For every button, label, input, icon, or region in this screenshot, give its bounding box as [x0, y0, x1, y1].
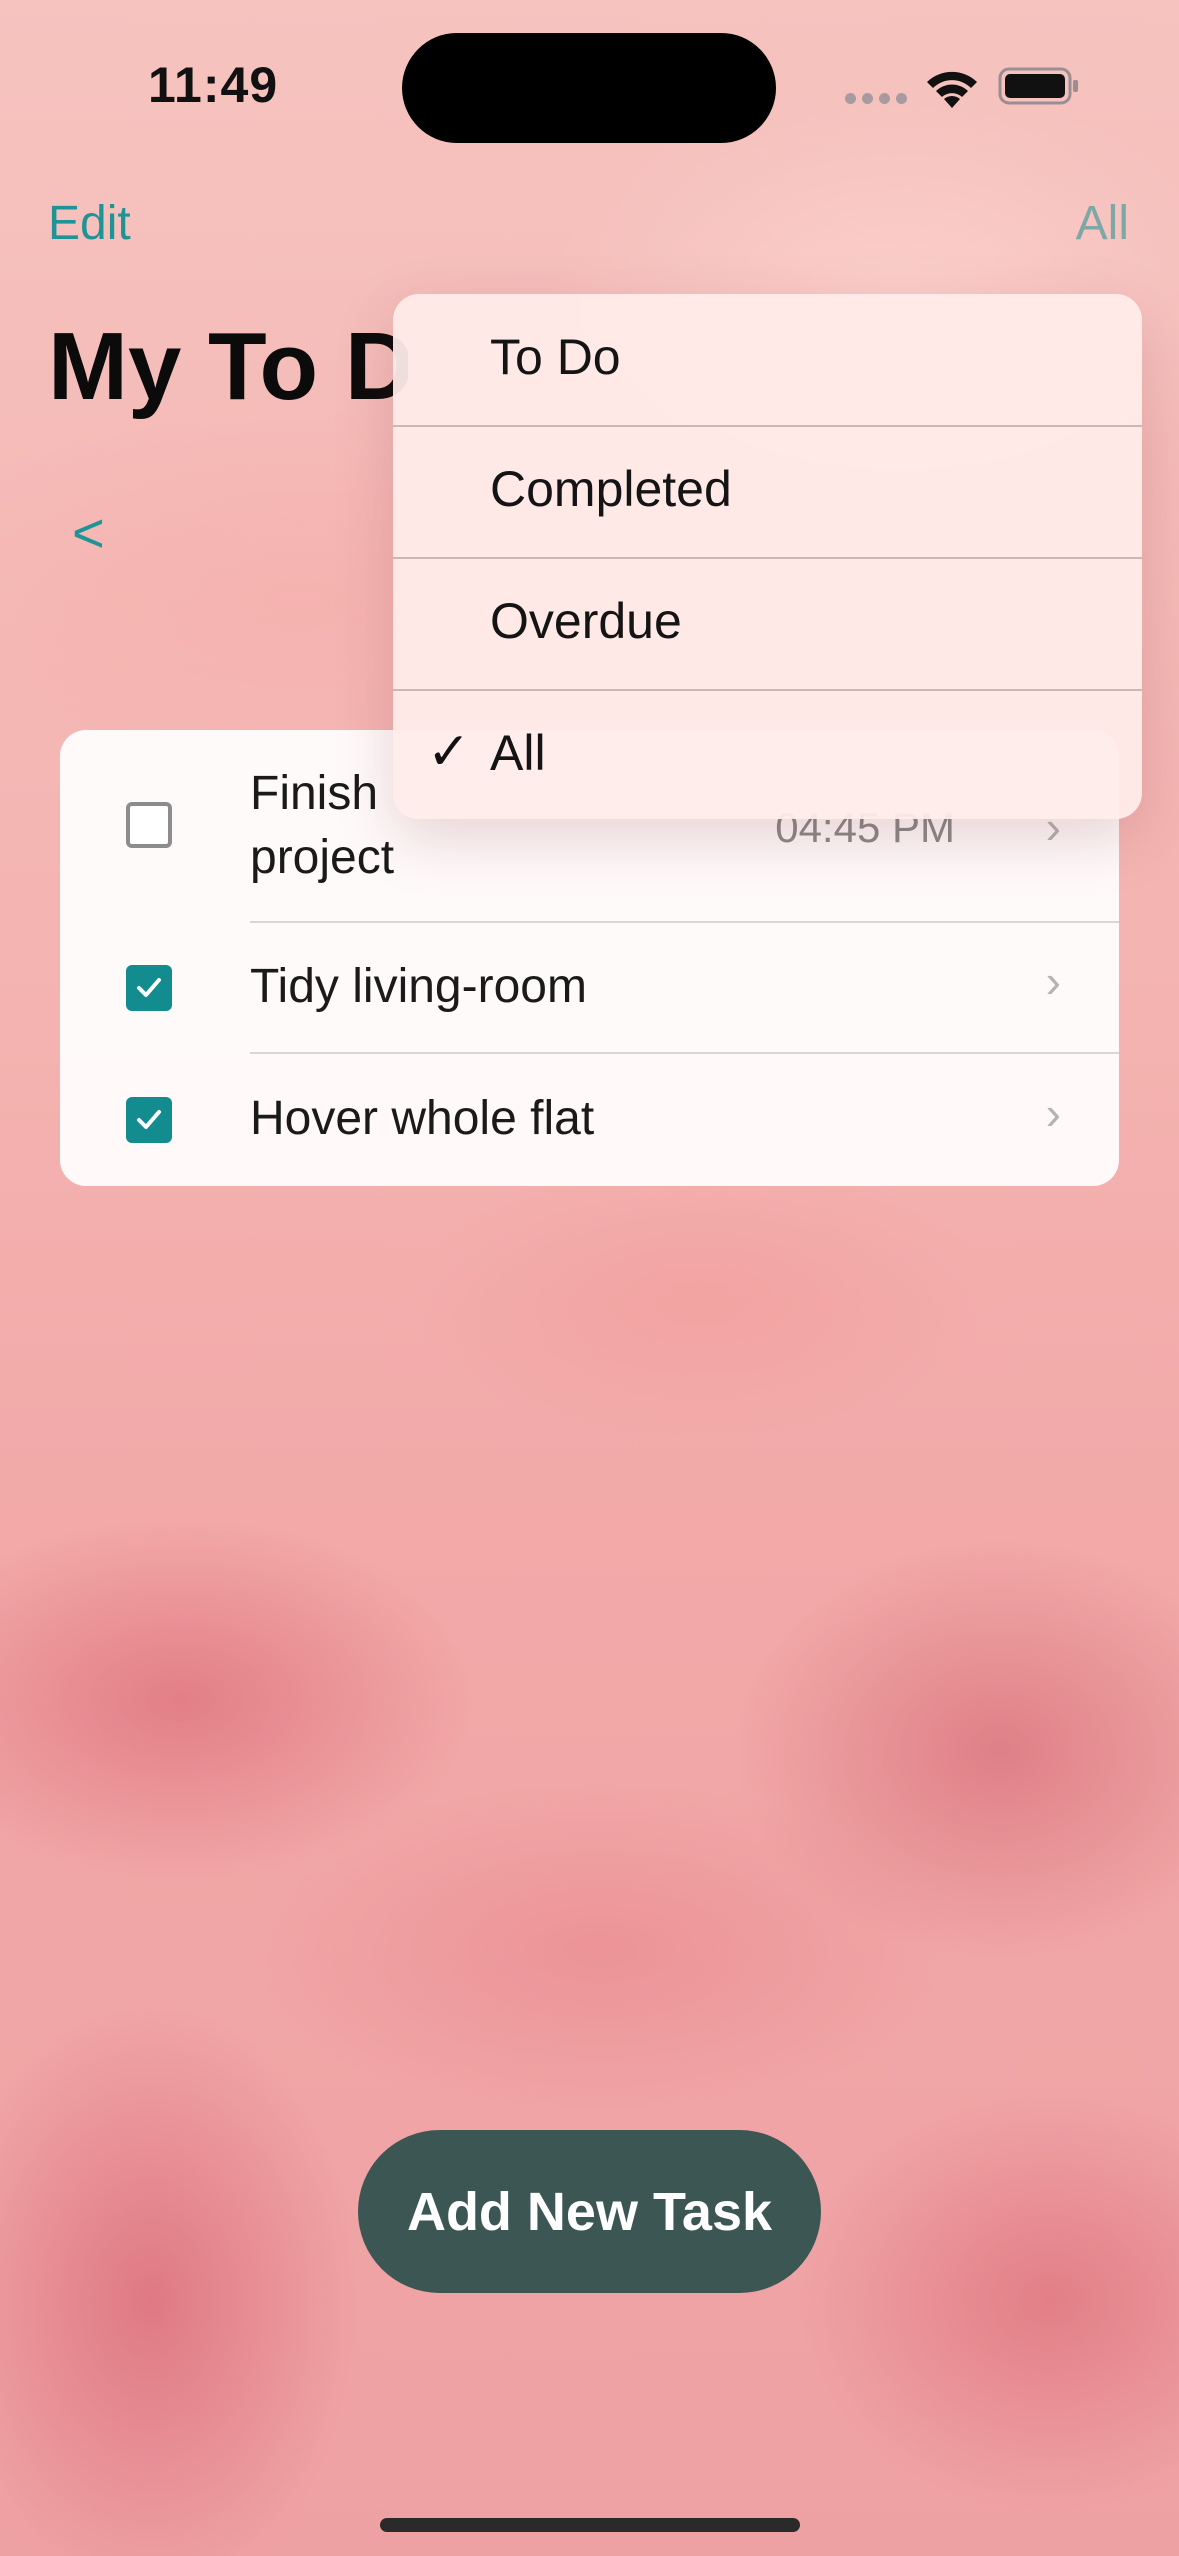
- chevron-right-icon: ›: [1045, 955, 1061, 1007]
- task-checkbox[interactable]: [126, 802, 172, 848]
- battery-icon: [998, 67, 1078, 105]
- menu-item-label: Overdue: [490, 593, 682, 649]
- task-row[interactable]: Tidy living-room ›: [60, 922, 1119, 1053]
- menu-item-all[interactable]: ✓ All: [393, 690, 1142, 819]
- menu-item-label: To Do: [490, 329, 621, 385]
- checkmark-icon: [137, 1110, 161, 1129]
- edit-button[interactable]: Edit: [48, 196, 131, 251]
- menu-item-label: Completed: [490, 461, 732, 517]
- task-title: Finish project: [250, 762, 394, 890]
- status-time: 11:49: [148, 57, 279, 113]
- back-button[interactable]: <: [72, 500, 105, 565]
- chevron-right-icon: ›: [1045, 1087, 1061, 1139]
- menu-item-label: All: [490, 725, 546, 781]
- cellular-dots-icon: [845, 93, 907, 104]
- menu-item-overdue[interactable]: Overdue: [393, 558, 1142, 690]
- task-row[interactable]: Hover whole flat ›: [60, 1053, 1119, 1186]
- task-title-line2: project: [250, 831, 395, 884]
- task-checkbox[interactable]: [126, 965, 172, 1011]
- checkmark-icon: ✓: [427, 723, 471, 781]
- menu-item-completed[interactable]: Completed: [393, 426, 1142, 558]
- add-new-task-button[interactable]: Add New Task: [358, 2130, 821, 2293]
- status-bar: 11:49: [0, 0, 1179, 170]
- filter-menu: To Do Completed Overdue ✓ All: [393, 294, 1142, 819]
- dynamic-island: [402, 33, 776, 143]
- wifi-icon: [927, 71, 977, 108]
- page-title: My To Do: [48, 313, 408, 420]
- home-indicator[interactable]: [380, 2518, 800, 2532]
- task-title-line1: Finish: [250, 767, 379, 820]
- filter-button[interactable]: All: [1076, 196, 1129, 251]
- task-checkbox[interactable]: [126, 1097, 172, 1143]
- checkmark-icon: [137, 978, 161, 997]
- task-title: Hover whole flat: [250, 1092, 595, 1145]
- menu-item-todo[interactable]: To Do: [393, 294, 1142, 426]
- task-title: Tidy living-room: [250, 960, 587, 1013]
